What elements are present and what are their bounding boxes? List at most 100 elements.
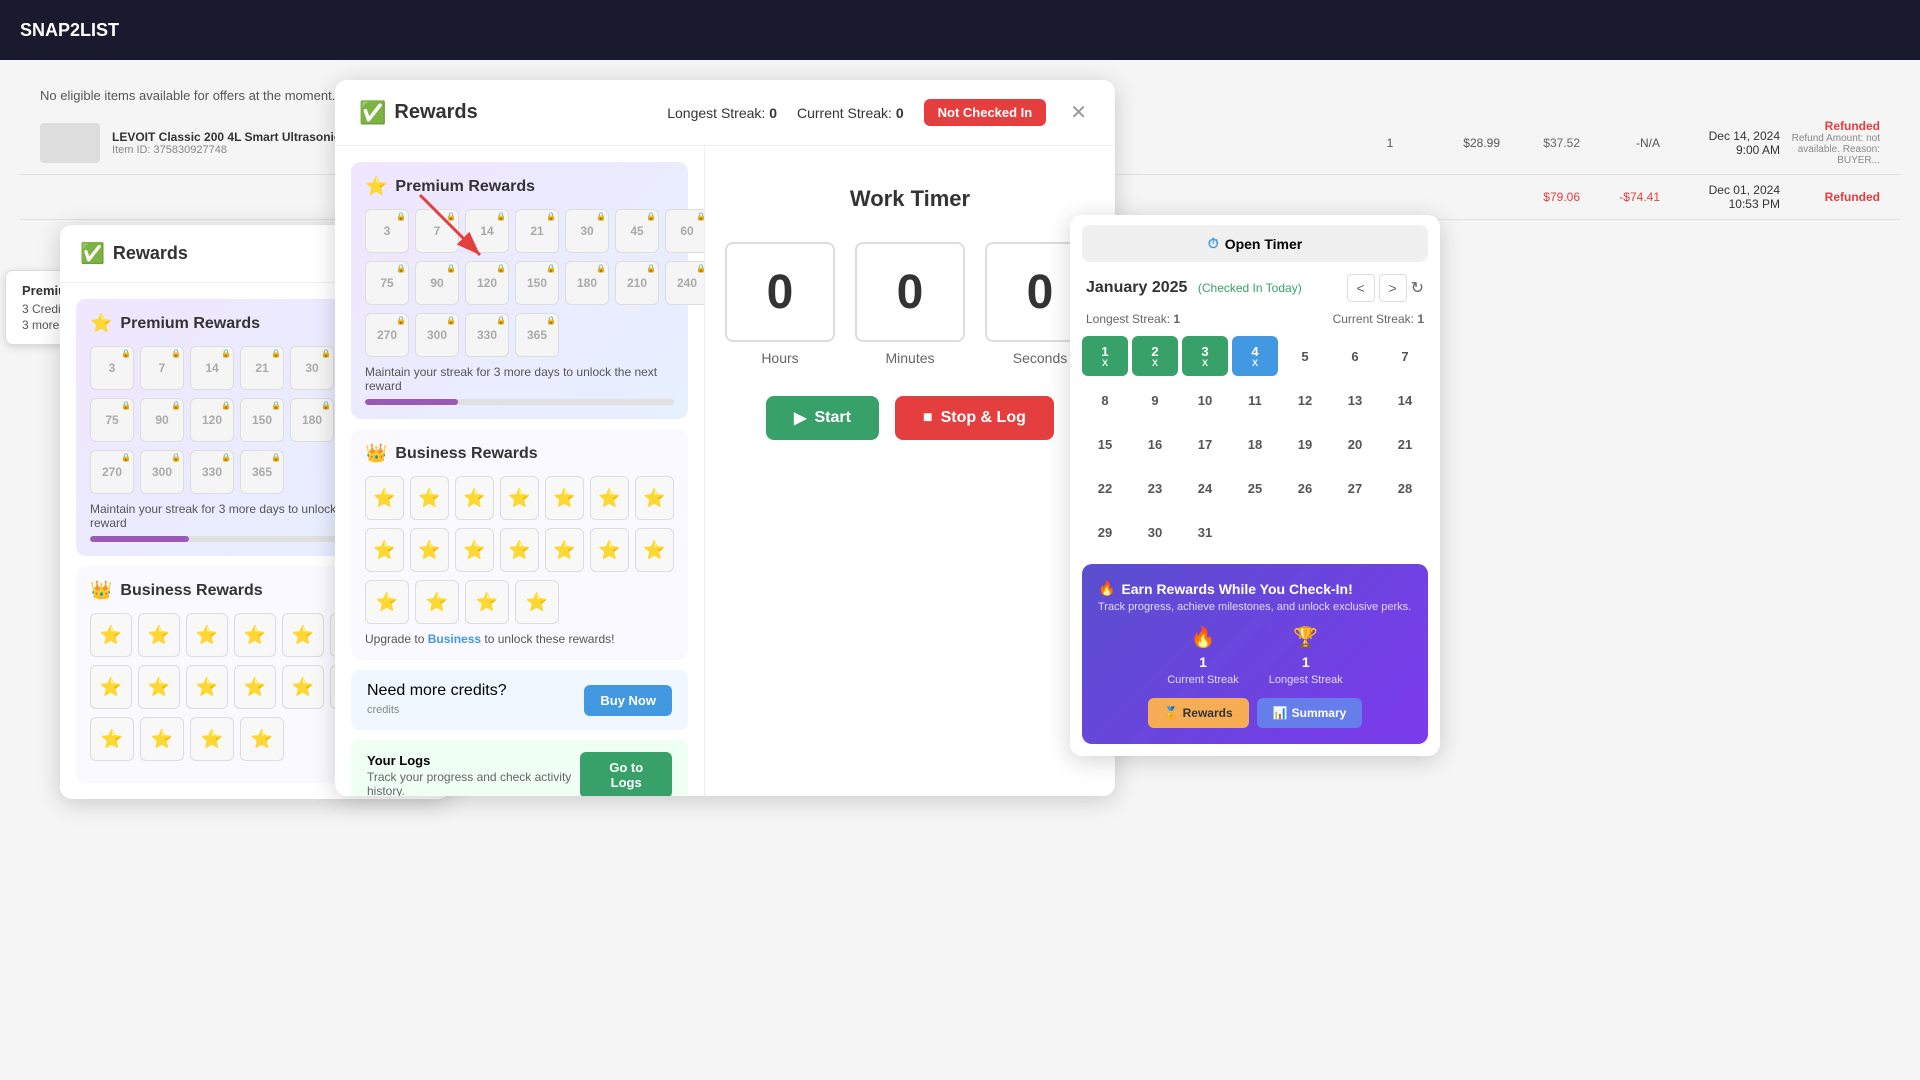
calendar-header: January 2025 (Checked In Today) < > ↻ bbox=[1070, 262, 1440, 308]
cal-day-3[interactable]: 3 X bbox=[1182, 336, 1228, 376]
cal-day-10[interactable]: 10 bbox=[1182, 380, 1228, 420]
cal-day-1[interactable]: 1 X bbox=[1082, 336, 1128, 376]
close-modal-button[interactable]: ✕ bbox=[1066, 96, 1091, 129]
cal-day-8[interactable]: 8 bbox=[1082, 380, 1128, 420]
main-modal-sidebar: ⭐ Premium Rewards 🔒3 🔒7 🔒14 🔒21 🔒30 🔒45 … bbox=[335, 146, 705, 796]
minutes-unit: 0 Minutes bbox=[855, 242, 965, 366]
main-star-1: ⭐ bbox=[365, 476, 404, 520]
cal-day-17[interactable]: 17 bbox=[1182, 424, 1228, 464]
streak-badge-120: 🔒120 bbox=[190, 398, 234, 442]
logs-description: Track your progress and check activity h… bbox=[367, 770, 580, 797]
main-star-17: ⭐ bbox=[465, 580, 509, 624]
hours-unit: 0 Hours bbox=[725, 242, 835, 366]
main-streak-14: 🔒14 bbox=[465, 209, 509, 253]
product-time1: 9:00 AM bbox=[1660, 143, 1780, 157]
cal-day-5[interactable]: 5 bbox=[1282, 336, 1328, 376]
main-star-row-2: ⭐ ⭐ ⭐ ⭐ ⭐ ⭐ ⭐ bbox=[365, 528, 674, 572]
main-streak-90: 🔒90 bbox=[415, 261, 459, 305]
logs-title: Your Logs bbox=[367, 753, 580, 768]
business-upgrade-link[interactable]: Business bbox=[428, 632, 481, 646]
streak-badge-330: 🔒330 bbox=[190, 450, 234, 494]
earn-current-streak-value: 1 bbox=[1199, 654, 1207, 670]
streak-badge-14: 🔒14 bbox=[190, 346, 234, 390]
star-badge-9: ⭐ bbox=[138, 665, 180, 709]
main-premium-header: ⭐ Premium Rewards bbox=[365, 176, 674, 197]
cal-day-22[interactable]: 22 bbox=[1082, 468, 1128, 508]
cal-day-23[interactable]: 23 bbox=[1132, 468, 1178, 508]
earn-rewards-button[interactable]: 🏅 Rewards bbox=[1148, 698, 1249, 728]
main-streak-210: 🔒210 bbox=[615, 261, 659, 305]
cal-day-21[interactable]: 21 bbox=[1382, 424, 1428, 464]
calendar-panel: ⏱ Open Timer January 2025 (Checked In To… bbox=[1070, 215, 1440, 756]
main-star-16: ⭐ bbox=[415, 580, 459, 624]
earn-rewards-subtitle: Track progress, achieve milestones, and … bbox=[1098, 601, 1412, 613]
cal-day-13[interactable]: 13 bbox=[1332, 380, 1378, 420]
main-streak-60: 🔒60 bbox=[665, 209, 705, 253]
calendar-month-group: January 2025 (Checked In Today) bbox=[1086, 279, 1302, 297]
main-streak-7: 🔒7 bbox=[415, 209, 459, 253]
current-streak-display: Current Streak: 0 bbox=[797, 105, 904, 121]
left-business-crown-icon: 👑 bbox=[90, 580, 112, 601]
left-business-title: Business Rewards bbox=[120, 582, 262, 600]
main-streak-365: 🔒365 bbox=[515, 313, 559, 357]
left-premium-crown-icon: ⭐ bbox=[90, 313, 112, 334]
stop-log-label: Stop & Log bbox=[941, 409, 1026, 427]
earn-streaks-display: 🔥 1 Current Streak 🏆 1 Longest Streak bbox=[1098, 625, 1412, 686]
credits-section: Need more credits? credits Buy Now bbox=[351, 670, 688, 730]
left-progress-fill bbox=[90, 536, 189, 542]
left-premium-title: Premium Rewards bbox=[120, 315, 260, 333]
hours-value-box: 0 bbox=[725, 242, 835, 342]
cal-day-9[interactable]: 9 bbox=[1132, 380, 1178, 420]
calendar-refresh-button[interactable]: ↻ bbox=[1411, 278, 1424, 298]
cal-day-25[interactable]: 25 bbox=[1232, 468, 1278, 508]
cal-day-26[interactable]: 26 bbox=[1282, 468, 1328, 508]
buy-now-button[interactable]: Buy Now bbox=[584, 685, 672, 716]
main-business-header: 👑 Business Rewards bbox=[365, 443, 674, 464]
cal-day-7[interactable]: 7 bbox=[1382, 336, 1428, 376]
earn-trophy-icon: 🏆 bbox=[1293, 625, 1318, 650]
go-to-logs-button[interactable]: Go to Logs bbox=[580, 752, 672, 796]
main-streak-3: 🔒3 bbox=[365, 209, 409, 253]
rewards-modal-main: ✅ Rewards Longest Streak: 0 Current Stre… bbox=[335, 80, 1115, 796]
cal-day-30[interactable]: 30 bbox=[1132, 512, 1178, 552]
stop-log-button[interactable]: ■ Stop & Log bbox=[895, 396, 1054, 440]
earn-summary-button[interactable]: 📊 Summary bbox=[1257, 698, 1363, 728]
cal-day-14[interactable]: 14 bbox=[1382, 380, 1428, 420]
cal-day-16[interactable]: 16 bbox=[1132, 424, 1178, 464]
start-timer-button[interactable]: ▶ Start bbox=[766, 396, 879, 440]
logs-text-group: Your Logs Track your progress and check … bbox=[367, 753, 580, 797]
cal-day-6[interactable]: 6 bbox=[1332, 336, 1378, 376]
cal-day-12[interactable]: 12 bbox=[1282, 380, 1328, 420]
main-star-15: ⭐ bbox=[365, 580, 409, 624]
cal-day-20[interactable]: 20 bbox=[1332, 424, 1378, 464]
earn-longest-streak-label: Longest Streak bbox=[1269, 674, 1343, 686]
main-streak-21: 🔒21 bbox=[515, 209, 559, 253]
main-premium-title: Premium Rewards bbox=[395, 178, 535, 196]
cal-day-18[interactable]: 18 bbox=[1232, 424, 1278, 464]
left-modal-title: Rewards bbox=[113, 243, 188, 264]
cal-day-28[interactable]: 28 bbox=[1382, 468, 1428, 508]
cal-day-19[interactable]: 19 bbox=[1282, 424, 1328, 464]
open-timer-button[interactable]: ⏱ Open Timer bbox=[1082, 225, 1428, 262]
cal-day-11[interactable]: 11 bbox=[1232, 380, 1278, 420]
earn-fire-icon: 🔥 bbox=[1098, 580, 1115, 597]
cal-day-2[interactable]: 2 X bbox=[1132, 336, 1178, 376]
stop-icon: ■ bbox=[923, 409, 933, 427]
timer-display: 0 Hours 0 Minutes 0 Seconds bbox=[725, 242, 1095, 366]
main-premium-grid-2: 🔒75 🔒90 🔒120 🔒150 🔒180 🔒210 🔒240 bbox=[365, 261, 674, 305]
product-qty: 1 bbox=[1360, 136, 1420, 150]
not-checked-in-button[interactable]: Not Checked In bbox=[924, 99, 1047, 126]
main-business-section: 👑 Business Rewards ⭐ ⭐ ⭐ ⭐ ⭐ ⭐ ⭐ ⭐ ⭐ ⭐ ⭐ bbox=[351, 429, 688, 660]
main-star-row-1: ⭐ ⭐ ⭐ ⭐ ⭐ ⭐ ⭐ bbox=[365, 476, 674, 520]
cal-day-29[interactable]: 29 bbox=[1082, 512, 1128, 552]
cal-day-27[interactable]: 27 bbox=[1332, 468, 1378, 508]
main-star-13: ⭐ bbox=[590, 528, 629, 572]
calendar-next-button[interactable]: > bbox=[1379, 274, 1407, 302]
cal-day-24[interactable]: 24 bbox=[1182, 468, 1228, 508]
cal-day-15[interactable]: 15 bbox=[1082, 424, 1128, 464]
main-star-18: ⭐ bbox=[515, 580, 559, 624]
calendar-prev-button[interactable]: < bbox=[1347, 274, 1375, 302]
cal-day-4[interactable]: 4 X bbox=[1232, 336, 1278, 376]
cal-day-31[interactable]: 31 bbox=[1182, 512, 1228, 552]
main-progress-bar bbox=[365, 399, 674, 405]
